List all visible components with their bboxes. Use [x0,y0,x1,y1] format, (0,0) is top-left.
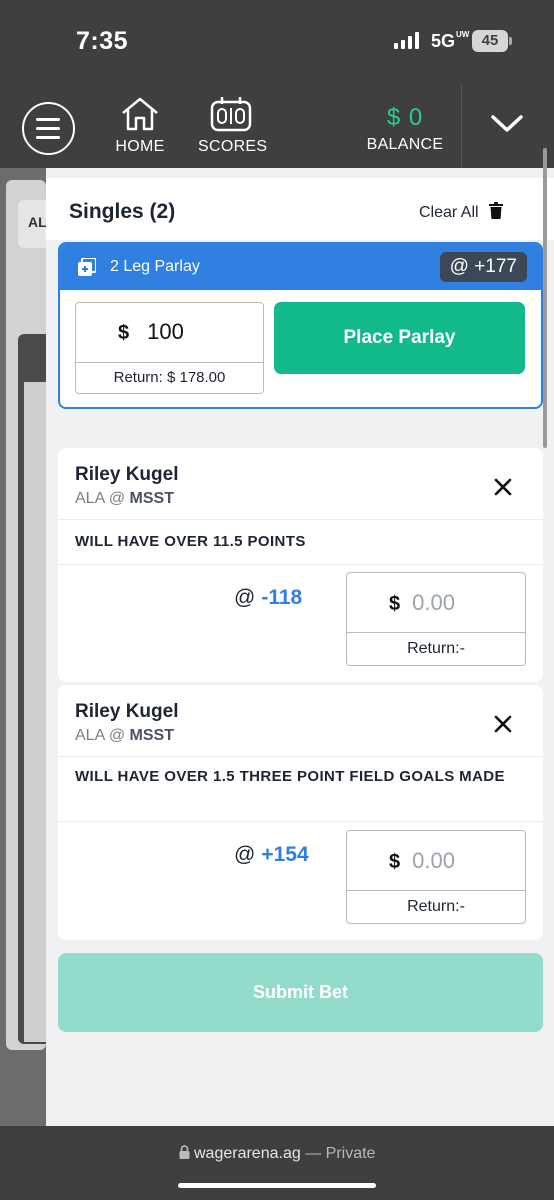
bet-player: Riley Kugel [75,701,179,722]
balance-label: BALANCE [366,136,444,153]
parlay-stake-value: 100 [147,319,184,344]
balance-amount: $ 0 [386,104,424,131]
close-icon[interactable] [494,478,512,501]
private-label: — Private [305,1145,376,1162]
parlay-card: 2 Leg Parlay @ +177 $100 Return: $ 178.0… [58,242,543,409]
bet-return: Return:- [407,898,465,915]
bet-slip: Singles (2) Clear All 2 Leg Parlay @ +17… [46,168,554,1126]
signal-icon [394,32,419,49]
bet-market: WILL HAVE OVER 1.5 THREE POINT FIELD GOA… [75,768,505,785]
battery-tip [509,37,512,45]
divider [58,821,543,822]
submit-bet-button[interactable]: Submit Bet [58,953,543,1032]
slip-title: Singles (2) [69,200,176,223]
bet-card: Riley Kugel ALA @ MSST WILL HAVE OVER 1.… [58,685,543,940]
nav-scores-label: SCORES [198,138,268,155]
chevron-down-icon[interactable] [490,112,524,141]
bet-odds: @ +154 [234,843,309,866]
nav-home-label: HOME [115,138,165,155]
clear-all-button[interactable]: Clear All [419,202,503,224]
battery-icon: 45 [472,30,508,52]
menu-button[interactable] [22,102,75,155]
bet-market: WILL HAVE OVER 11.5 POINTS [75,533,306,550]
scrollbar[interactable] [543,148,547,448]
bet-matchup: ALA @ MSST [75,727,174,744]
lock-icon [179,1145,190,1162]
parlay-title: 2 Leg Parlay [110,258,200,275]
slip-header: Singles (2) Clear All [46,178,554,240]
nav-home[interactable]: HOME [115,96,165,156]
home-indicator[interactable] [178,1183,376,1188]
network-indicator: 5GUW [431,30,470,52]
divider [58,564,543,565]
parlay-header: 2 Leg Parlay @ +177 [60,244,541,290]
browser-bar: wagerarena.ag — Private [0,1126,554,1200]
scoreboard-icon [198,96,264,132]
bet-card: Riley Kugel ALA @ MSST WILL HAVE OVER 11… [58,448,543,682]
divider [58,519,543,520]
bet-player: Riley Kugel [75,464,179,485]
address-bar[interactable]: wagerarena.ag — Private [0,1145,554,1163]
home-icon [115,96,165,132]
parlay-odds: @ +177 [439,252,527,282]
status-bar: 7:35 5GUW 45 [0,0,554,84]
parlay-return: Return: $ 178.00 [113,369,226,386]
nav-scores[interactable]: SCORES [198,96,268,156]
clear-all-label: Clear All [419,204,479,221]
place-parlay-button[interactable]: Place Parlay [274,302,525,374]
top-nav: HOME SCORES $ 0 BALANCE [0,84,554,168]
parlay-stack-icon [78,257,97,281]
url-text: wagerarena.ag [194,1145,301,1162]
clock: 7:35 [76,27,129,55]
bet-stake-input[interactable]: $0.00 Return:- [346,572,526,666]
balance[interactable]: $ 0 BALANCE [366,104,444,154]
parlay-stake-input[interactable]: $100 Return: $ 178.00 [75,302,264,394]
bet-return: Return:- [407,640,465,657]
bet-stake-input[interactable]: $0.00 Return:- [346,830,526,924]
trash-icon [488,202,503,224]
bet-odds: @ -118 [234,586,303,609]
bet-matchup: ALA @ MSST [75,490,174,507]
divider [58,756,543,757]
close-icon[interactable] [494,715,512,738]
nav-divider [461,84,462,168]
currency-symbol: $ [118,322,130,344]
